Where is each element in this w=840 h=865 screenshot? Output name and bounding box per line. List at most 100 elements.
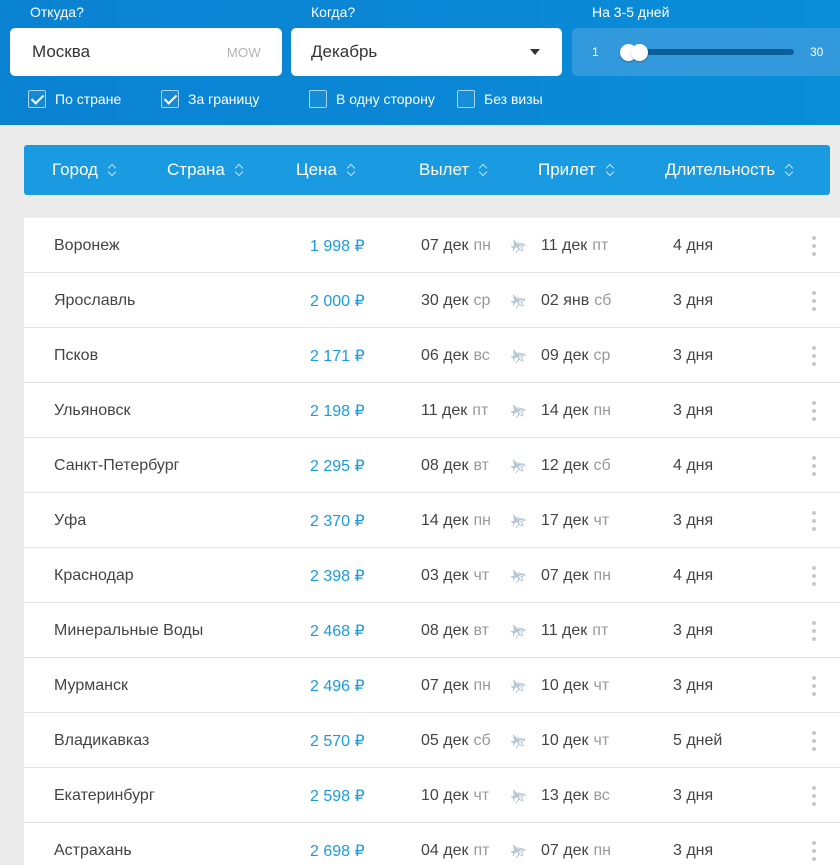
city-name: Краснодар (54, 566, 134, 584)
more-options-icon[interactable] (810, 658, 818, 713)
table-row[interactable]: Мурманск 2 496 ₽ 07 дек пн 10 дек чт 3 дня (24, 658, 840, 713)
price: 2 398 ₽ (310, 567, 365, 585)
table-row[interactable]: Ярославль 2 000 ₽ 30 дек ср 02 янв сб 3 дн… (24, 273, 840, 328)
more-options-icon[interactable] (810, 548, 818, 603)
city-name: Псков (54, 346, 99, 364)
price: 2 198 ₽ (310, 402, 365, 420)
column-duration[interactable]: Длительность (665, 145, 795, 195)
city-name: Ульяновск (54, 401, 131, 419)
checkbox-abroad[interactable]: За границу (161, 90, 259, 108)
more-options-icon[interactable] (810, 273, 818, 328)
table-header: Город Страна Цена Вылет Прилет Длительно… (24, 145, 830, 195)
departure-date: 06 дек вс (421, 346, 490, 364)
departure-date: 05 дек сб (421, 731, 491, 749)
more-options-icon[interactable] (810, 768, 818, 823)
round-trip-plane-icon (510, 603, 526, 658)
arrival-weekday: пн (593, 566, 611, 584)
departure-date: 14 дек пн (421, 511, 491, 529)
table-row[interactable]: Минеральные Воды 2 468 ₽ 08 дек вт 11 дек… (24, 603, 840, 658)
table-row[interactable]: Псков 2 171 ₽ 06 дек вс 09 дек ср 3 дня (24, 328, 840, 383)
checkbox-label: По стране (55, 91, 122, 107)
column-arrival[interactable]: Прилет (538, 145, 616, 195)
price: 2 598 ₽ (310, 787, 365, 805)
column-departure-label: Вылет (419, 160, 470, 179)
checkbox-label: В одну сторону (336, 91, 435, 107)
month-select[interactable]: Декабрь (291, 28, 562, 76)
table-row[interactable]: Уфа 2 370 ₽ 14 дек пн 17 дек чт 3 дня (24, 493, 840, 548)
table-row[interactable]: Санкт-Петербург 2 295 ₽ 08 дек вт 12 дек с… (24, 438, 840, 493)
round-trip-plane-icon (510, 328, 526, 383)
table-row[interactable]: Астрахань 2 698 ₽ 04 дек пт 07 дек пн 3 дн… (24, 823, 840, 865)
more-options-icon[interactable] (810, 603, 818, 658)
trip-duration: 3 дня (673, 346, 714, 364)
departure-date: 07 дек пн (421, 676, 491, 694)
city-name: Екатеринбург (54, 786, 155, 804)
column-price[interactable]: Цена (296, 145, 357, 195)
price: 2 468 ₽ (310, 622, 365, 640)
departure-date: 08 дек вт (421, 456, 489, 474)
arrival-weekday: вс (593, 786, 610, 804)
checkbox-domestic[interactable]: По стране (28, 90, 121, 108)
checkbox-one-way[interactable]: В одну сторону (309, 90, 435, 108)
more-options-icon[interactable] (810, 328, 818, 383)
table-row[interactable]: Ульяновск 2 198 ₽ 11 дек пт 14 дек пн 3 дн… (24, 383, 840, 438)
slider-thumb-max[interactable] (631, 44, 648, 61)
departure-weekday: ср (473, 291, 491, 309)
checkbox-no-visa[interactable]: Без визы (457, 90, 543, 108)
column-duration-label: Длительность (665, 160, 776, 179)
round-trip-plane-icon (510, 438, 526, 493)
arrival-date: 11 дек пт (541, 621, 609, 639)
round-trip-plane-icon (510, 383, 526, 438)
checkbox-checked-icon[interactable] (28, 90, 46, 108)
checkbox-unchecked-icon[interactable] (309, 90, 327, 108)
checkbox-label: За границу (188, 91, 260, 107)
column-price-label: Цена (296, 160, 337, 179)
table-row[interactable]: Краснодар 2 398 ₽ 03 дек чт 07 дек пн 4 дн… (24, 548, 840, 603)
round-trip-plane-icon (510, 823, 526, 865)
checkbox-checked-icon[interactable] (161, 90, 179, 108)
column-city[interactable]: Город (52, 145, 118, 195)
trip-duration: 4 дня (673, 236, 714, 254)
arrival-date: 12 дек сб (541, 456, 611, 474)
city-name: Мурманск (54, 676, 128, 694)
more-options-icon[interactable] (810, 713, 818, 768)
when-label: Когда? (311, 4, 356, 20)
column-country[interactable]: Страна (167, 145, 245, 195)
city-name: Воронеж (54, 236, 120, 254)
sort-icon (783, 163, 795, 177)
duration-range-slider[interactable]: 1 30 (572, 28, 840, 76)
month-value: Декабрь (311, 42, 378, 61)
column-country-label: Страна (167, 160, 225, 179)
column-departure[interactable]: Вылет (419, 145, 489, 195)
round-trip-plane-icon (510, 273, 526, 328)
more-options-icon[interactable] (810, 438, 818, 493)
arrival-date: 14 дек пн (541, 401, 611, 419)
column-arrival-label: Прилет (538, 160, 596, 179)
from-field[interactable]: MOW (10, 28, 282, 76)
trip-duration: 4 дня (673, 566, 714, 584)
table-row[interactable]: Владикавказ 2 570 ₽ 05 дек сб 10 дек чт 5 … (24, 713, 840, 768)
arrival-date: 10 дек чт (541, 731, 610, 749)
city-name: Владикавказ (54, 731, 150, 749)
range-min-label: 1 (592, 45, 599, 59)
sort-icon (106, 163, 118, 177)
from-input[interactable] (32, 42, 182, 62)
more-options-icon[interactable] (810, 823, 818, 865)
checkbox-unchecked-icon[interactable] (457, 90, 475, 108)
more-options-icon[interactable] (810, 493, 818, 548)
departure-weekday: вт (473, 456, 489, 474)
sort-icon (345, 163, 357, 177)
city-name: Санкт-Петербург (54, 456, 180, 474)
price: 2 370 ₽ (310, 512, 365, 530)
arrival-weekday: сб (593, 456, 611, 474)
price: 2 295 ₽ (310, 457, 365, 475)
arrival-weekday: сб (594, 291, 612, 309)
table-row[interactable]: Воронеж 1 998 ₽ 07 дек пн 11 дек пт 4 дня (24, 218, 840, 273)
more-options-icon[interactable] (810, 218, 818, 273)
table-row[interactable]: Екатеринбург 2 598 ₽ 10 дек чт 13 дек вс 3… (24, 768, 840, 823)
trip-duration: 3 дня (673, 841, 714, 859)
from-airport-code: MOW (226, 44, 261, 60)
checkbox-label: Без визы (484, 91, 543, 107)
departure-weekday: вт (473, 621, 489, 639)
more-options-icon[interactable] (810, 383, 818, 438)
